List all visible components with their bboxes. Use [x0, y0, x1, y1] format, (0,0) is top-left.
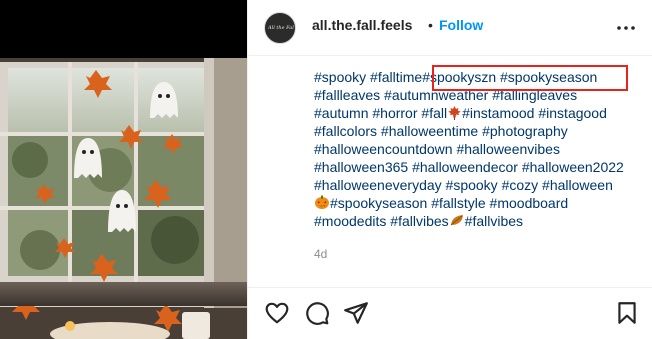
hashtag-link[interactable]: #autumn — [314, 105, 368, 121]
hashtag-link[interactable]: #fallvibes — [390, 213, 448, 229]
hashtag-link[interactable]: #halloweencountdown — [314, 141, 453, 157]
window-photo-illustration — [0, 0, 247, 339]
hashtag-link[interactable]: #halloween — [542, 177, 613, 193]
hashtag-link[interactable]: #horror — [372, 105, 417, 121]
jack-o-lantern-emoji — [314, 194, 330, 214]
hashtag-link[interactable]: #halloweendecor — [412, 159, 518, 175]
post-photo[interactable] — [0, 0, 247, 339]
hashtag-link[interactable]: #spooky — [314, 69, 366, 85]
heart-icon[interactable] — [264, 300, 290, 326]
hashtag-link[interactable]: #spookyszn — [422, 69, 496, 85]
hashtag-link[interactable]: #fallleaves — [314, 87, 380, 103]
post-caption: #spooky #falltime#spookyszn #spookyseaso… — [314, 68, 644, 230]
caption-line-6: #halloween365 #halloweendecor #halloween… — [314, 158, 644, 176]
hashtag-link[interactable]: #instagood — [538, 105, 607, 121]
caption-line-8: #spookyseason #fallstyle #moodboard — [314, 194, 644, 212]
caption-line-1: #spooky #falltime#spookyszn #spookyseaso… — [314, 68, 644, 86]
hashtag-link[interactable]: #halloween2022 — [522, 159, 624, 175]
avatar-logo-text: All the Fall Feels — [268, 25, 294, 31]
caption-line-3: #autumn #horror #fall #instamood #instago… — [314, 104, 644, 122]
separator-dot: • — [428, 17, 433, 33]
hashtag-link[interactable]: #photography — [482, 123, 568, 139]
hashtag-link[interactable]: #falltime — [370, 69, 422, 85]
hashtag-link[interactable]: #autumnweather — [384, 87, 488, 103]
post-action-bar — [248, 287, 652, 327]
share-icon[interactable] — [343, 300, 369, 326]
avatar[interactable]: All the Fall Feels — [264, 12, 296, 44]
bookmark-icon[interactable] — [614, 300, 640, 326]
caption-line-9: #moodedits #fallvibes #fallvibes — [314, 212, 644, 230]
username-link[interactable]: all.the.fall.feels — [312, 17, 412, 33]
hashtag-link[interactable]: #cozy — [502, 177, 539, 193]
hashtag-link[interactable]: #fallstyle — [431, 195, 485, 211]
comment-icon[interactable] — [304, 300, 330, 326]
follow-button[interactable]: Follow — [439, 17, 483, 33]
hashtag-link[interactable]: #halloweentime — [381, 123, 478, 139]
hashtag-link[interactable]: #spookyseason — [330, 195, 427, 211]
hashtag-link[interactable]: #instamood — [462, 105, 534, 121]
caption-line-7: #halloweeneveryday #spooky #cozy #hallow… — [314, 176, 644, 194]
post-timestamp[interactable]: 4d — [314, 247, 327, 261]
hashtag-link[interactable]: #fallcolors — [314, 123, 377, 139]
caption-line-4: #fallcolors #halloweentime #photography — [314, 122, 644, 140]
hashtag-link[interactable]: #fallvibes — [465, 213, 523, 229]
hashtag-link[interactable]: #halloween365 — [314, 159, 408, 175]
more-options-icon[interactable] — [614, 18, 638, 38]
caption-line-5: #halloweencountdown #halloweenvibes — [314, 140, 644, 158]
hashtag-link[interactable]: #spookyseason — [500, 69, 597, 85]
post-detail-panel: All the Fall Feels all.the.fall.feels • … — [247, 0, 652, 339]
caption-line-2: #fallleaves #autumnweather #fallingleave… — [314, 86, 644, 104]
hashtag-link[interactable]: #fall — [421, 105, 447, 121]
hashtag-link[interactable]: #moodboard — [490, 195, 569, 211]
hashtag-link[interactable]: #halloweenvibes — [456, 141, 560, 157]
hashtag-link[interactable]: #spooky — [446, 177, 498, 193]
fallen-leaf-emoji — [449, 213, 465, 232]
hashtag-link[interactable]: #halloweeneveryday — [314, 177, 442, 193]
hashtag-link[interactable]: #moodedits — [314, 213, 386, 229]
hashtag-link[interactable]: #fallingleaves — [492, 87, 577, 103]
post-header: All the Fall Feels all.the.fall.feels • … — [248, 0, 652, 56]
